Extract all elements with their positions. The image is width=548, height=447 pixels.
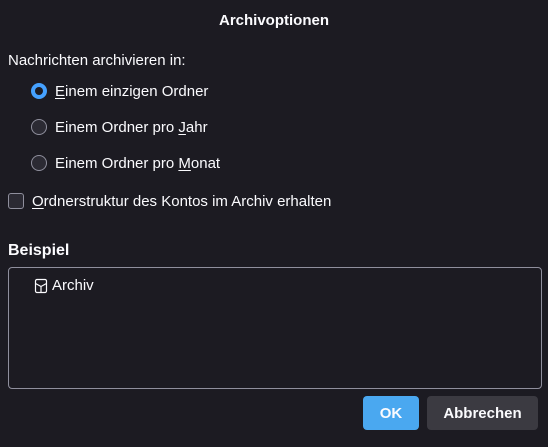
radio-button[interactable]: [31, 155, 47, 171]
cancel-button[interactable]: Abbrechen: [427, 396, 538, 430]
archive-box-icon: [33, 278, 49, 294]
archive-options-dialog: Archivoptionen Nachrichten archivieren i…: [0, 0, 548, 447]
ok-button[interactable]: OK: [363, 396, 419, 430]
tree-item-label: Archiv: [52, 277, 94, 294]
archive-granularity-label: Nachrichten archivieren in:: [8, 52, 186, 69]
keep-folder-structure-checkbox[interactable]: [8, 193, 24, 209]
radio-folder-per-year[interactable]: Einem Ordner pro Jahr: [31, 117, 208, 137]
keep-folder-structure-checkbox-row[interactable]: Ordnerstruktur des Kontos im Archiv erha…: [8, 191, 331, 211]
example-heading: Beispiel: [8, 242, 70, 259]
radio-label-single-folder: Einem einzigen Ordner: [55, 82, 209, 100]
radio-folder-per-month[interactable]: Einem Ordner pro Monat: [31, 153, 220, 173]
tree-item-archive: Archiv: [33, 277, 94, 294]
radio-button[interactable]: [31, 119, 47, 135]
keep-folder-structure-label: Ordnerstruktur des Kontos im Archiv erha…: [32, 192, 332, 210]
radio-button-checked[interactable]: [31, 83, 47, 99]
dialog-title: Archivoptionen: [218, 12, 329, 29]
radio-label-folder-per-month: Einem Ordner pro Monat: [55, 154, 221, 172]
example-tree: Archiv: [8, 267, 542, 389]
radio-single-folder[interactable]: Einem einzigen Ordner: [31, 81, 208, 101]
radio-label-folder-per-year: Einem Ordner pro Jahr: [55, 118, 208, 136]
